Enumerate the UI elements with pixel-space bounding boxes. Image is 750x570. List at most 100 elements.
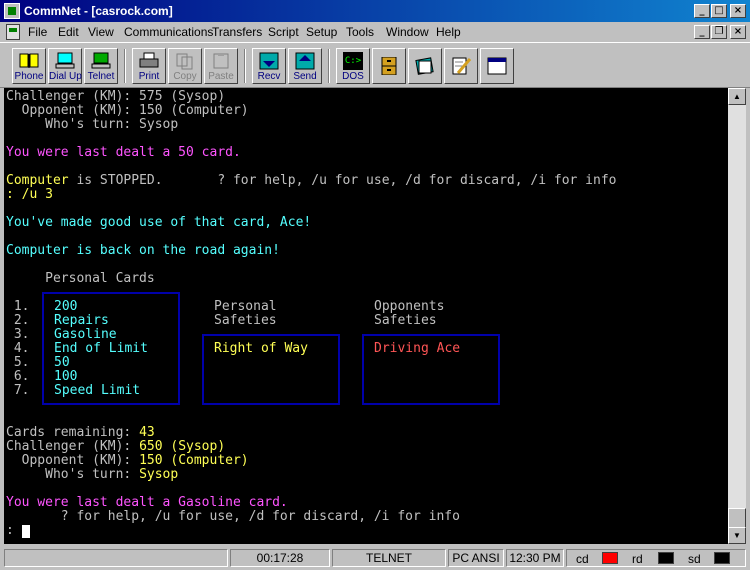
telnet-button[interactable]: Telnet [84, 48, 118, 84]
menu-window[interactable]: Window [386, 25, 429, 39]
terminal-line: Computer is STOPPED. ? for help, /u for … [6, 173, 617, 188]
menu-script[interactable]: Script [268, 25, 299, 39]
menu-bar: File Edit View Communications Transfers … [0, 22, 750, 42]
personal-cards-heading: Personal Cards [6, 271, 155, 286]
app-icon[interactable] [4, 3, 20, 19]
notepad-icon [415, 57, 434, 75]
opponent-line: Opponent (KM): 150 (Computer) [6, 453, 249, 468]
menu-view[interactable]: View [88, 25, 114, 39]
terminal-line: Who's turn: Sysop [6, 117, 179, 132]
receive-icon [259, 52, 279, 70]
toolbar-separator [328, 49, 330, 83]
vertical-scrollbar[interactable]: ▲ ▼ [728, 88, 746, 544]
personal-safety-item: Right of Way [214, 341, 308, 356]
card-item: End of Limit [54, 341, 148, 356]
prompt-line: : [6, 523, 22, 538]
card-number: 2. [6, 313, 30, 328]
scroll-up-button[interactable]: ▲ [728, 88, 746, 105]
turn-line: Who's turn: Sysop [6, 467, 179, 482]
card-item: 100 [54, 369, 78, 384]
sd-label: sd [688, 552, 701, 566]
personal-safeties-heading: Personal [214, 299, 277, 314]
menu-file[interactable]: File [28, 25, 47, 39]
clock: 12:30 PM [506, 549, 564, 567]
terminal-line: You've made good use of that card, Ace! [6, 215, 312, 230]
opponent-safety-item: Driving Ace [374, 341, 461, 356]
printer-icon [139, 52, 159, 68]
menu-communications[interactable]: Communications [124, 25, 213, 39]
challenger-line: Challenger (KM): 650 (Sysop) [6, 439, 226, 454]
computer-icon [55, 52, 75, 69]
window-button[interactable] [480, 48, 514, 84]
dos-prompt-icon: C:> [343, 52, 363, 70]
terminal-line: You were last dealt a 50 card. [6, 145, 241, 160]
menu-tools[interactable]: Tools [346, 25, 374, 39]
rd-label: rd [632, 552, 643, 566]
card-number: 6. [6, 369, 30, 384]
close-button[interactable]: × [730, 4, 746, 18]
rd-led-indicator [658, 552, 674, 564]
card-number: 7. [6, 383, 30, 398]
card-item: Repairs [54, 313, 109, 328]
editor-button[interactable] [444, 48, 478, 84]
status-bar: 00:17:28 TELNET PC ANSI 12:30 PM cd rd s… [0, 546, 750, 570]
help-line: ? for help, /u for use, /d for discard, … [6, 509, 460, 524]
terminal-screen[interactable]: Challenger (KM): 575 (Sysop) Opponent (K… [4, 88, 728, 544]
print-button[interactable]: Print [132, 48, 166, 84]
scroll-down-button[interactable]: ▼ [728, 527, 746, 544]
mdi-minimize-button[interactable]: _ [694, 25, 710, 39]
protocol-indicator: TELNET [332, 549, 446, 567]
toolbar-separator [244, 49, 246, 83]
file-cabinet-icon [381, 57, 397, 75]
menu-help[interactable]: Help [436, 25, 461, 39]
emulation-indicator: PC ANSI [448, 549, 504, 567]
window-icon [487, 57, 507, 75]
cards-remaining-line: Cards remaining: 43 [6, 425, 155, 440]
pencil-paper-icon [452, 57, 471, 75]
notes-button[interactable] [408, 48, 442, 84]
menu-transfers[interactable]: Transfers [212, 25, 262, 39]
network-computer-icon [91, 52, 111, 69]
opponents-safeties-heading: Opponents [374, 299, 445, 314]
window-title: CommNet - [casrock.com] [24, 4, 173, 18]
terminal-line: Challenger (KM): 575 (Sysop) [6, 89, 226, 104]
card-number: 1. [6, 299, 30, 314]
title-bar: CommNet - [casrock.com] _ □ × [0, 0, 750, 22]
send-icon [295, 52, 315, 70]
dos-button[interactable]: C:> DOS [336, 48, 370, 84]
paste-button[interactable]: Paste [204, 48, 238, 84]
terminal-line: Opponent (KM): 150 (Computer) [6, 103, 249, 118]
receive-button[interactable]: Recv [252, 48, 286, 84]
toolbar: Phone Dial Up Telnet Print Copy Paste Re… [0, 42, 750, 88]
mdi-restore-button[interactable]: ❐ [711, 25, 727, 39]
paste-icon [213, 53, 229, 69]
menu-edit[interactable]: Edit [58, 25, 79, 39]
terminal-line: Computer is back on the road again! [6, 243, 280, 258]
phonebook-icon [19, 53, 39, 68]
card-number: 5. [6, 355, 30, 370]
card-number: 3. [6, 327, 30, 342]
copy-button[interactable]: Copy [168, 48, 202, 84]
terminal-line: You were last dealt a Gasoline card. [6, 495, 288, 510]
card-item: Gasoline [54, 327, 117, 342]
card-item: 50 [54, 355, 70, 370]
maximize-button[interactable]: □ [711, 4, 727, 18]
sd-led-indicator [714, 552, 730, 564]
status-message-panel [4, 549, 228, 567]
session-timer: 00:17:28 [230, 549, 330, 567]
phone-button[interactable]: Phone [12, 48, 46, 84]
card-item: 200 [54, 299, 78, 314]
document-icon[interactable] [6, 24, 20, 40]
dial-up-button[interactable]: Dial Up [48, 48, 82, 84]
cd-label: cd [576, 552, 589, 566]
card-number: 4. [6, 341, 30, 356]
terminal-line: : /u 3 [6, 187, 53, 202]
cd-led-indicator [602, 552, 618, 564]
file-cabinet-button[interactable] [372, 48, 406, 84]
minimize-button[interactable]: _ [694, 4, 710, 18]
mdi-close-button[interactable]: × [730, 25, 746, 39]
menu-setup[interactable]: Setup [306, 25, 337, 39]
text-cursor [22, 525, 30, 538]
personal-safeties-heading: Safeties [214, 313, 277, 328]
send-button[interactable]: Send [288, 48, 322, 84]
